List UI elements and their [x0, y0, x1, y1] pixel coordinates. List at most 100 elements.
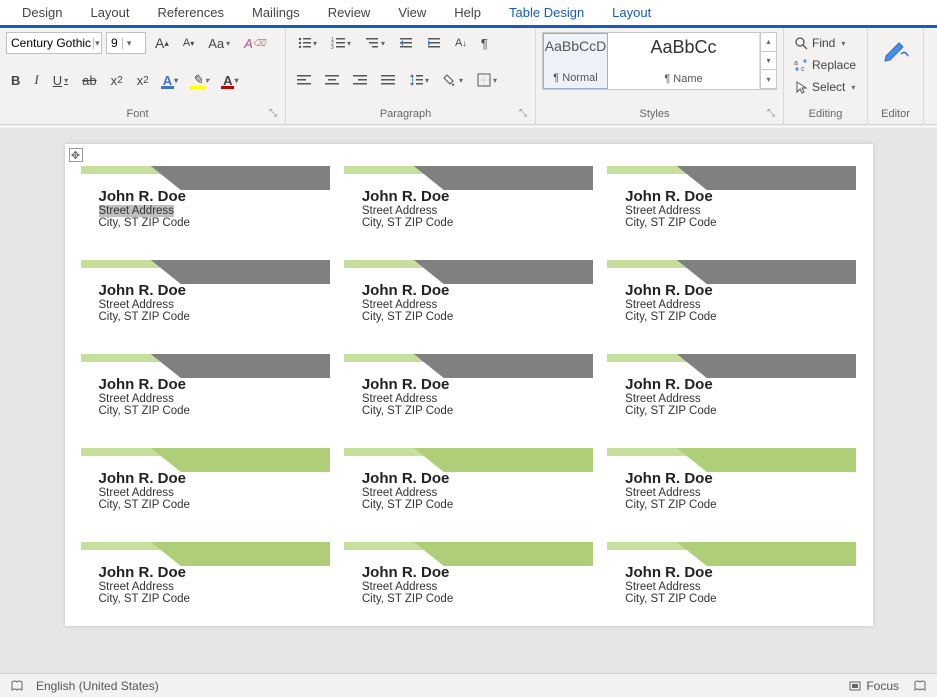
menu-help[interactable]: Help: [440, 1, 495, 24]
label-city: City, ST ZIP Code: [99, 499, 190, 511]
menu-view[interactable]: View: [384, 1, 440, 24]
label-name: John R. Doe: [99, 376, 190, 393]
address-label[interactable]: John R. DoeStreet AddressCity, ST ZIP Co…: [344, 542, 593, 626]
label-street: Street Address: [99, 299, 190, 311]
subscript-button[interactable]: x2: [106, 69, 128, 91]
align-right-button[interactable]: [348, 69, 372, 91]
strikethrough-button[interactable]: ab: [77, 69, 101, 91]
justify-button[interactable]: [376, 69, 400, 91]
align-left-button[interactable]: [292, 69, 316, 91]
label-street: Street Address: [362, 581, 453, 593]
dialog-launcher-icon[interactable]: ⤡: [269, 108, 277, 119]
menu-references[interactable]: References: [144, 1, 238, 24]
font-size-value: 9: [107, 36, 122, 50]
shrink-font-button[interactable]: A▾: [178, 32, 199, 54]
search-icon: [794, 36, 808, 50]
status-bar: English (United States) Focus: [0, 673, 937, 697]
address-label[interactable]: John R. DoeStreet AddressCity, ST ZIP Co…: [607, 448, 856, 532]
menu-design[interactable]: Design: [8, 1, 76, 24]
editor-button[interactable]: [874, 32, 917, 70]
address-label[interactable]: John R. DoeStreet AddressCity, ST ZIP Co…: [607, 260, 856, 344]
menu-mailings[interactable]: Mailings: [238, 1, 314, 24]
highlight-button[interactable]: ✎▾: [187, 69, 214, 91]
book-icon[interactable]: [10, 679, 24, 693]
shading-button[interactable]: ▾: [438, 69, 468, 91]
italic-button[interactable]: I: [29, 69, 43, 91]
dialog-launcher-icon[interactable]: ⤡: [519, 108, 527, 119]
svg-text:3: 3: [331, 45, 334, 50]
address-label[interactable]: John R. DoeStreet AddressCity, ST ZIP Co…: [344, 354, 593, 438]
label-name: John R. Doe: [362, 282, 453, 299]
label-city: City, ST ZIP Code: [625, 593, 716, 605]
styles-gallery[interactable]: AaBbCcD¶ NormalAaBbCc¶ Name▴▾▾: [542, 32, 777, 90]
style-item-0[interactable]: AaBbCcD¶ Normal: [543, 33, 608, 89]
address-label[interactable]: John R. DoeStreet AddressCity, ST ZIP Co…: [607, 354, 856, 438]
address-label[interactable]: John R. DoeStreet AddressCity, ST ZIP Co…: [81, 542, 330, 626]
label-city: City, ST ZIP Code: [362, 499, 453, 511]
numbering-button[interactable]: 123▾: [326, 32, 356, 54]
address-label[interactable]: John R. DoeStreet AddressCity, ST ZIP Co…: [344, 166, 593, 250]
document-area[interactable]: ✥ John R. DoeStreet AddressCity, ST ZIP …: [0, 128, 937, 673]
focus-mode-button[interactable]: Focus: [848, 679, 899, 693]
align-center-button[interactable]: [320, 69, 344, 91]
underline-button[interactable]: U▾: [48, 69, 73, 91]
label-street: Street Address: [99, 487, 190, 499]
table-move-handle[interactable]: ✥: [69, 148, 83, 162]
change-case-button[interactable]: Aa▾: [203, 32, 235, 54]
address-label[interactable]: John R. DoeStreet AddressCity, ST ZIP Co…: [607, 542, 856, 626]
editor-icon: [881, 36, 911, 66]
language-status[interactable]: English (United States): [36, 679, 159, 693]
label-city: City, ST ZIP Code: [625, 217, 716, 229]
label-street: Street Address: [99, 393, 190, 405]
group-editing: Find▾ ac Replace Select▾ Editing: [784, 28, 868, 124]
font-name-value: Century Gothic (Headings): [7, 36, 93, 50]
group-label-editor: Editor: [881, 108, 910, 120]
dialog-launcher-icon[interactable]: ⤡: [767, 108, 775, 119]
read-mode-icon[interactable]: [913, 679, 927, 693]
address-label[interactable]: John R. DoeStreet AddressCity, ST ZIP Co…: [81, 354, 330, 438]
superscript-button[interactable]: x2: [132, 69, 154, 91]
label-name: John R. Doe: [625, 470, 716, 487]
clear-formatting-button[interactable]: A⌫: [239, 32, 270, 54]
focus-icon: [848, 679, 862, 693]
text-effects-button[interactable]: A▾: [158, 69, 183, 91]
svg-text:a: a: [794, 60, 798, 67]
style-item-1[interactable]: AaBbCc¶ Name: [608, 33, 760, 89]
increase-indent-button[interactable]: [422, 32, 446, 54]
address-label[interactable]: John R. DoeStreet AddressCity, ST ZIP Co…: [607, 166, 856, 250]
menu-layout[interactable]: Layout: [76, 1, 143, 24]
show-marks-button[interactable]: ¶: [476, 32, 493, 54]
label-name: John R. Doe: [99, 470, 190, 487]
menu-table-design[interactable]: Table Design: [495, 1, 598, 24]
label-street: Street Address: [625, 299, 716, 311]
label-street: Street Address: [625, 487, 716, 499]
gallery-scroll[interactable]: ▴▾▾: [760, 33, 776, 89]
multilevel-list-button[interactable]: ▾: [360, 32, 390, 54]
svg-text:c: c: [801, 66, 805, 72]
address-label[interactable]: John R. DoeStreet AddressCity, ST ZIP Co…: [344, 448, 593, 532]
borders-button[interactable]: ▾: [472, 69, 502, 91]
bullets-button[interactable]: ▾: [292, 32, 322, 54]
font-color-button[interactable]: A▾: [218, 69, 243, 91]
group-styles: AaBbCcD¶ NormalAaBbCc¶ Name▴▾▾ Styles⤡: [536, 28, 784, 124]
decrease-indent-button[interactable]: [394, 32, 418, 54]
label-name: John R. Doe: [99, 282, 190, 299]
bold-button[interactable]: B: [6, 69, 25, 91]
find-button[interactable]: Find▾: [790, 32, 861, 54]
select-button[interactable]: Select▾: [790, 76, 861, 98]
replace-button[interactable]: ac Replace: [790, 54, 861, 76]
sort-button[interactable]: A↓: [450, 32, 472, 54]
address-label[interactable]: John R. DoeStreet AddressCity, ST ZIP Co…: [81, 448, 330, 532]
label-street: Street Address: [362, 205, 453, 217]
address-label[interactable]: John R. DoeStreet AddressCity, ST ZIP Co…: [81, 260, 330, 344]
address-label[interactable]: John R. DoeStreet AddressCity, ST ZIP Co…: [344, 260, 593, 344]
grow-font-button[interactable]: A▴: [150, 32, 174, 54]
menu-layout[interactable]: Layout: [598, 1, 665, 24]
chevron-down-icon: ▾: [122, 38, 136, 49]
font-size-combo[interactable]: 9 ▾: [106, 32, 146, 54]
font-name-combo[interactable]: Century Gothic (Headings) ▾: [6, 32, 102, 54]
group-editor: Editor: [868, 28, 924, 124]
menu-review[interactable]: Review: [314, 1, 385, 24]
address-label[interactable]: John R. DoeStreet AddressCity, ST ZIP Co…: [81, 166, 330, 250]
line-spacing-button[interactable]: ▾: [404, 69, 434, 91]
